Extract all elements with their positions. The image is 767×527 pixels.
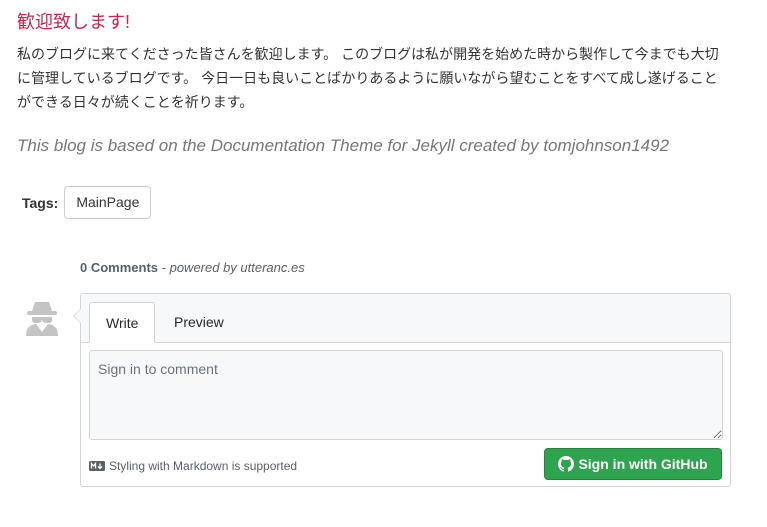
tag-mainpage-button[interactable]: MainPage — [64, 186, 152, 219]
comment-separator: - — [158, 260, 170, 275]
tab-preview[interactable]: Preview — [158, 302, 240, 343]
intro-paragraph: 私のブログに来てくださった皆さんを歓迎します。 このブログは私が開発を始めた時か… — [17, 46, 719, 110]
sign-in-label: Sign in with GitHub — [578, 456, 708, 472]
page-title: 歓迎致します! — [17, 12, 131, 32]
powered-by-link[interactable]: powered by utteranc.es — [170, 260, 305, 275]
tags-row: Tags: MainPage — [22, 186, 152, 219]
tab-write[interactable]: Write — [89, 302, 156, 343]
comments-header: 0 Comments - powered by utteranc.es — [80, 260, 305, 275]
markdown-note[interactable]: Styling with Markdown is supported — [89, 459, 297, 473]
anonymous-user-icon — [26, 302, 58, 336]
markdown-note-label: Styling with Markdown is supported — [109, 459, 298, 473]
tags-label: Tags: — [22, 194, 59, 211]
theme-credit: This blog is based on the Documentation … — [17, 136, 670, 155]
comment-count: 0 Comments — [80, 260, 159, 275]
comment-textarea[interactable] — [89, 350, 723, 440]
comment-box: Write Preview Styling with Markdown is s… — [73, 293, 731, 487]
comment-tabs: Write Preview — [81, 294, 730, 343]
markdown-icon — [89, 461, 105, 471]
sign-in-with-github-button[interactable]: Sign in with GitHub — [544, 448, 722, 480]
github-icon — [558, 456, 575, 472]
